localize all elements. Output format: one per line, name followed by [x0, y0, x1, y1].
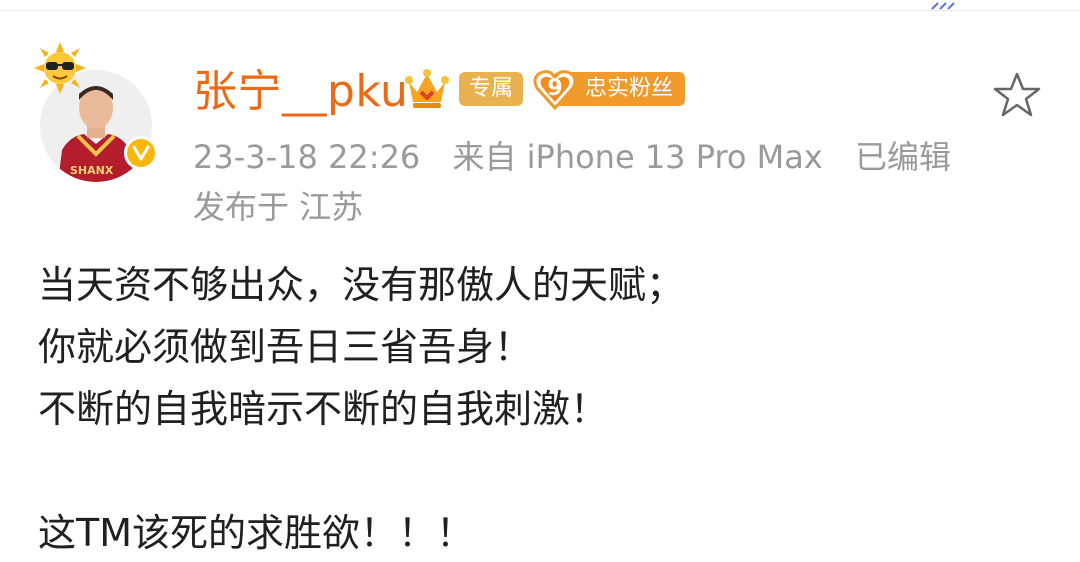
post-meta: 23-3-18 22:26 来自 iPhone 13 Pro Max 已编辑 — [193, 134, 951, 180]
verified-v-icon — [124, 136, 158, 170]
star-icon[interactable] — [992, 70, 1042, 120]
crown-icon — [405, 69, 449, 108]
edited-label[interactable]: 已编辑 — [855, 134, 951, 180]
post-line: 这TM该死的求胜欲！！！ — [38, 511, 474, 555]
fan-level-label: 忠实粉丝 — [585, 76, 674, 101]
weibo-post-card: SHANX 张宁__pku 专属 9 忠实粉丝 23-3-18 22:26 来自… — [0, 0, 1080, 562]
post-line: 你就必须做到吾日三省吾身！ — [38, 325, 533, 369]
username[interactable]: 张宁__pku — [193, 60, 408, 124]
exclusive-badge[interactable]: 专属 — [459, 72, 523, 106]
post-location: 发布于 江苏 — [193, 188, 364, 226]
post-time: 23-3-18 22:26 — [193, 138, 421, 176]
sunglasses-sun-icon — [34, 42, 86, 94]
fan-level-number: 9 — [547, 76, 563, 101]
post-content: 当天资不够出众，没有那傲人的天赋； 你就必须做到吾日三省吾身！ 不断的自我暗示不… — [38, 254, 1038, 562]
post-line: 不断的自我暗示不断的自我刺激！ — [38, 387, 609, 431]
svg-text:SHANX: SHANX — [70, 164, 114, 177]
corner-decoration-icon — [931, 2, 955, 10]
fan-level-badge[interactable]: 9 忠实粉丝 — [533, 70, 685, 110]
top-divider — [0, 0, 1080, 11]
avatar-container[interactable]: SHANX — [32, 40, 160, 182]
post-line: 当天资不够出众，没有那傲人的天赋； — [38, 263, 685, 307]
post-source: 来自 iPhone 13 Pro Max — [452, 138, 823, 176]
